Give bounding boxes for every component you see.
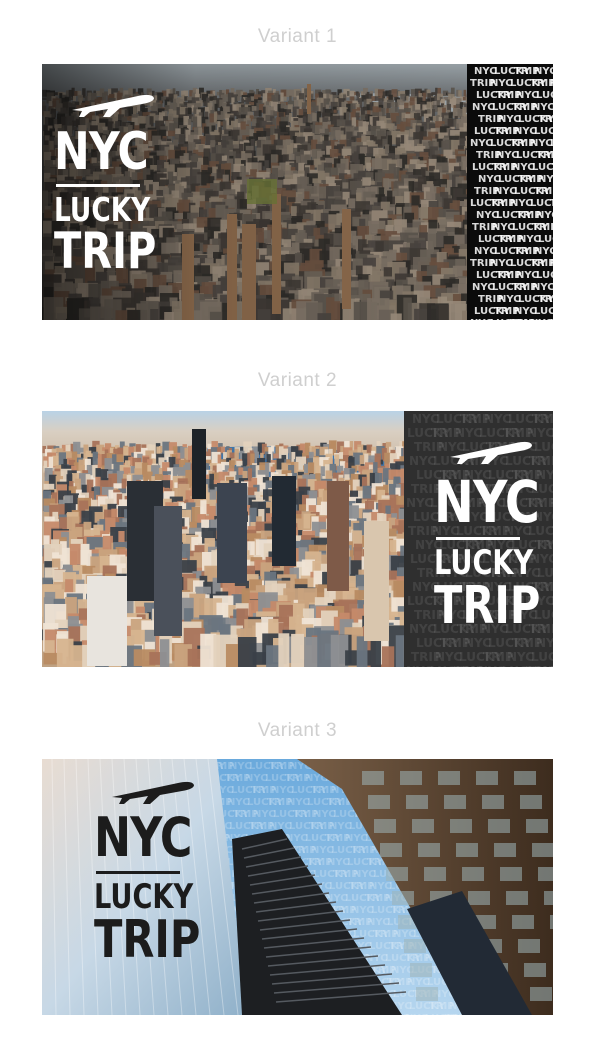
logo-lucky: LUCKY: [94, 877, 194, 917]
logo-nyc: NYC: [54, 122, 149, 182]
airplane-icon: [450, 441, 532, 464]
svg-text:NYC: NYC: [534, 246, 553, 257]
nyc-lucky-trip-logo: NYC LUCKY TRIP: [94, 777, 204, 966]
variant-2-card: NYCLUCKYTRIPNYCLUCKYTRIPNYCLUCKYTRIPNYCL…: [42, 411, 553, 667]
svg-text:TRIP: TRIP: [550, 198, 553, 209]
variant-1-card: NYCLUCKYTRIPNYCLUCKYTRIPNYCLUCKYTRIPNYCL…: [42, 64, 553, 320]
logo-trip: TRIP: [94, 910, 201, 970]
airplane-icon: [112, 781, 194, 804]
city-skyline-photo: [42, 411, 404, 667]
svg-text:TRIP: TRIP: [538, 114, 553, 125]
logo-trip: TRIP: [54, 222, 157, 280]
svg-text:LUCKY: LUCKY: [536, 90, 553, 101]
logo-nyc: NYC: [94, 806, 192, 869]
logo-divider: [56, 184, 140, 187]
svg-text:LUCKY: LUCKY: [552, 282, 553, 293]
svg-text:LUCKY: LUCKY: [534, 126, 553, 137]
svg-text:LUCKY: LUCKY: [536, 270, 553, 281]
svg-text:NYC: NYC: [532, 102, 553, 113]
variant-2-title: Variant 2: [257, 370, 338, 391]
svg-text:NYC: NYC: [532, 282, 553, 293]
svg-text:TRIP: TRIP: [552, 162, 553, 173]
svg-text:NYC: NYC: [536, 210, 553, 221]
nyc-lucky-trip-logo: NYC LUCKY TRIP: [54, 90, 164, 276]
svg-text:TRIP: TRIP: [536, 150, 553, 161]
variant-3-card: NYCLUCKYTRIPNYCLUCKYTRIPNYCLUCKYTRIPNYCL…: [42, 759, 553, 1015]
logo-divider: [96, 871, 180, 874]
svg-text:LUCKY: LUCKY: [550, 138, 553, 149]
airplane-icon: [72, 94, 154, 117]
logo-text-pattern: NYCLUCKYTRIPNYCLUCKYTRIPNYCLUCKYTRIPNYCL…: [467, 64, 553, 320]
svg-text:NYC: NYC: [534, 66, 553, 77]
svg-text:TRIP: TRIP: [534, 186, 553, 197]
svg-text:LUCKY: LUCKY: [550, 318, 553, 320]
logo-lucky: LUCKY: [434, 543, 534, 583]
logo-trip: TRIP: [434, 576, 541, 636]
svg-text:NYC: NYC: [552, 222, 553, 233]
nyc-lucky-trip-logo: NYC LUCKY TRIP: [434, 437, 544, 632]
logo-nyc: NYC: [434, 468, 540, 536]
svg-text:LUCKY: LUCKY: [538, 234, 553, 245]
variant-1-title: Variant 1: [257, 26, 338, 47]
svg-text:NYC: NYC: [538, 174, 553, 185]
svg-text:LUCKY: LUCKY: [534, 306, 553, 317]
svg-text:TRIP: TRIP: [532, 222, 553, 233]
svg-text:TRIP: TRIP: [538, 294, 553, 305]
svg-text:LUCKY: LUCKY: [552, 102, 553, 113]
variant-3-title: Variant 3: [257, 720, 338, 741]
logo-divider: [436, 537, 520, 540]
svg-text:NYC: NYC: [550, 78, 553, 89]
svg-text:NYC: NYC: [550, 258, 553, 269]
svg-text:LUCKY: LUCKY: [532, 162, 553, 173]
